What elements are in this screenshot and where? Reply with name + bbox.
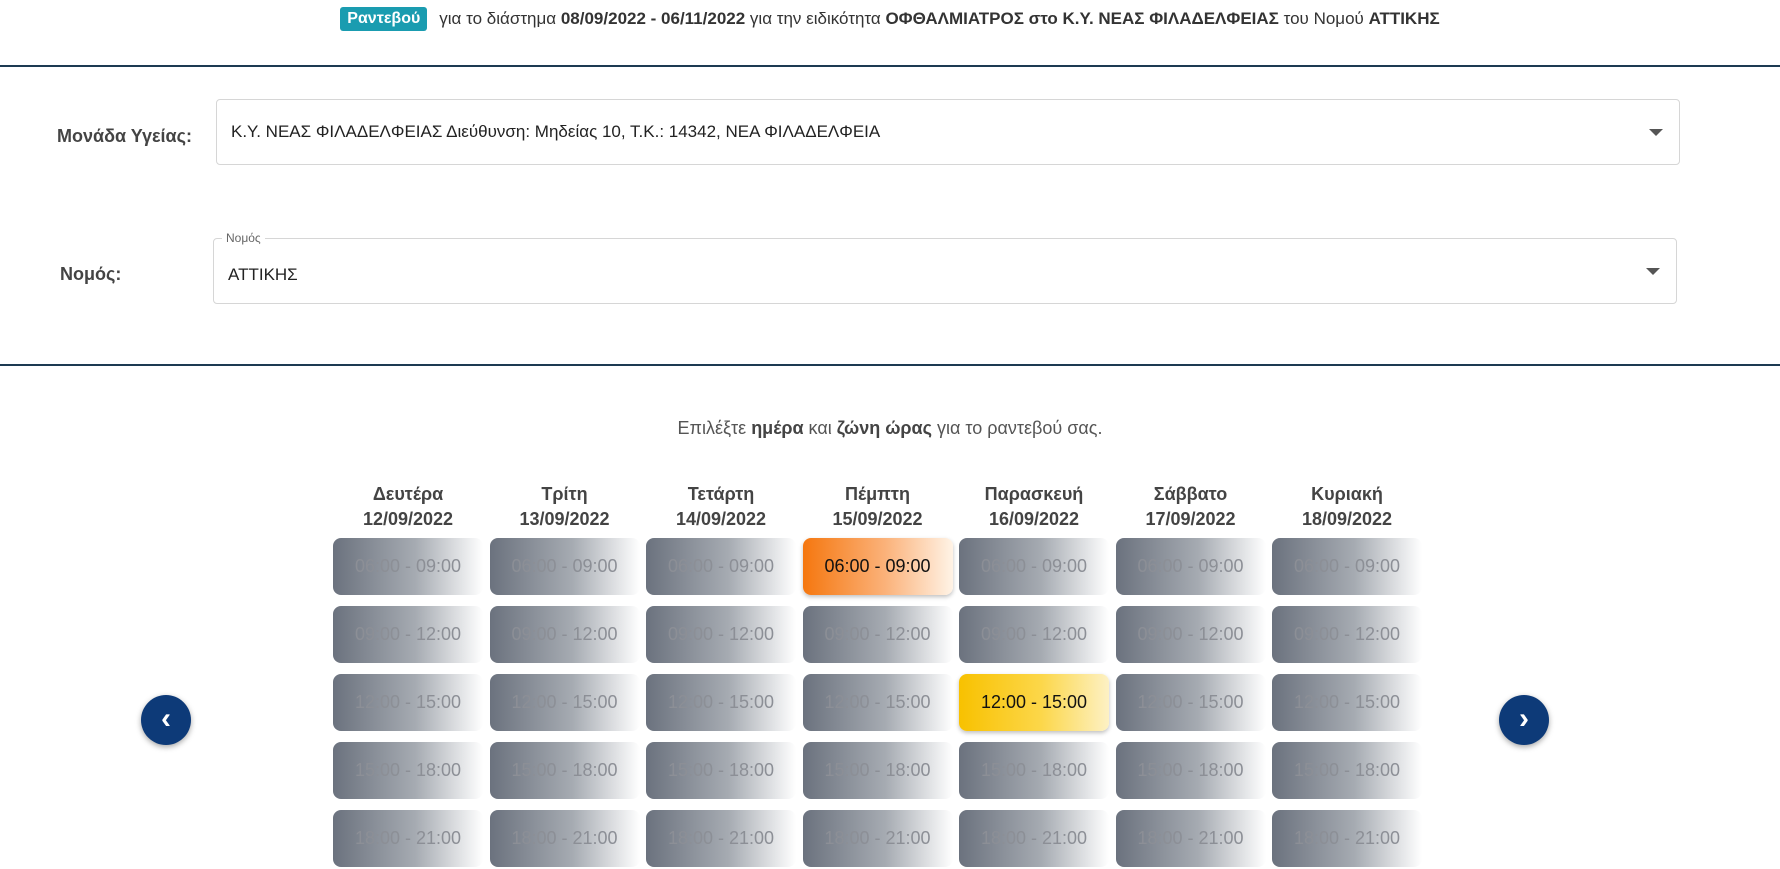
day-header: Δευτέρα 12/09/2022 xyxy=(333,482,483,532)
day-name: Τετάρτη xyxy=(687,484,755,504)
prefecture-label: Νομός: xyxy=(60,264,122,284)
day-date: 12/09/2022 xyxy=(362,509,454,529)
day-header: Σάββατο 17/09/2022 xyxy=(1116,482,1266,532)
timeslot-button[interactable]: 18:00 - 21:00 xyxy=(1272,810,1422,867)
day-header: Τρίτη 13/09/2022 xyxy=(490,482,640,532)
day-column: Τετάρτη 14/09/2022 06:00 - 09:00 09:00 - 12… xyxy=(646,482,796,867)
timeslot-button[interactable]: 12:00 - 15:00 xyxy=(489,674,640,731)
summary-text-2: για την ειδικότητα xyxy=(745,9,886,28)
day-name: Δευτέρα xyxy=(372,484,444,504)
instructions-text: Επιλέξτε ημέρα και ζώνη ώρας για το ραντ… xyxy=(0,418,1780,439)
timeslot-button[interactable]: 15:00 - 18:00 xyxy=(333,742,483,799)
instructions-part: και xyxy=(803,418,837,438)
day-date: 16/09/2022 xyxy=(988,509,1080,529)
timeslot-button[interactable]: 09:00 - 12:00 xyxy=(333,606,483,663)
health-unit-select[interactable]: Κ.Υ. ΝΕΑΣ ΦΙΛΑΔΕΛΦΕΙΑΣ Διεύθυνση: Μηδεία… xyxy=(216,99,1680,165)
day-name: Παρασκευή xyxy=(984,484,1084,504)
timeslot-button[interactable]: 15:00 - 18:00 xyxy=(646,742,796,799)
appointment-badge: Ραντεβού xyxy=(340,7,428,31)
timeslot-button[interactable]: 06:00 - 09:00 xyxy=(1115,538,1266,595)
timeslot-button[interactable]: 09:00 - 12:00 xyxy=(959,606,1109,663)
timeslot-button[interactable]: 18:00 - 21:00 xyxy=(802,810,953,867)
timeslot-button[interactable]: 15:00 - 18:00 xyxy=(1115,742,1266,799)
next-week-button[interactable]: › xyxy=(1499,695,1549,745)
day-name: Σάββατο xyxy=(1153,484,1228,504)
timeslot-button[interactable]: 15:00 - 18:00 xyxy=(1272,742,1422,799)
prefecture-value: ΑΤΤΙΚΗΣ xyxy=(228,265,298,284)
prefecture-floating-label: Νομός xyxy=(222,231,265,245)
timeslot-button[interactable]: 15:00 - 18:00 xyxy=(959,742,1109,799)
day-header: Κυριακή 18/09/2022 xyxy=(1272,482,1422,532)
day-header: Τετάρτη 14/09/2022 xyxy=(646,482,796,532)
instructions-part: Επιλέξτε xyxy=(677,418,752,438)
timeslot-button[interactable]: 06:00 - 09:00 xyxy=(333,538,483,595)
instructions-part: για το ραντεβού σας. xyxy=(931,418,1103,438)
timeslot-button[interactable]: 06:00 - 09:00 xyxy=(802,538,953,595)
timeslot-button[interactable]: 12:00 - 15:00 xyxy=(1272,674,1422,731)
timeslot-button[interactable]: 18:00 - 21:00 xyxy=(1115,810,1266,867)
appointment-summary: Ραντεβού για το διάστημα 08/09/2022 - 06/… xyxy=(0,0,1780,40)
summary-text-3: του Νομού xyxy=(1278,9,1369,28)
timeslot-button[interactable]: 06:00 - 09:00 xyxy=(1272,538,1422,595)
timeslot-button[interactable]: 09:00 - 12:00 xyxy=(802,606,953,663)
chevron-down-icon xyxy=(1649,129,1663,136)
timeslot-button[interactable]: 12:00 - 15:00 xyxy=(1115,674,1266,731)
day-name: Κυριακή xyxy=(1311,484,1383,504)
top-divider xyxy=(0,65,1780,67)
day-column: Σάββατο 17/09/2022 06:00 - 09:00 09:00 - 12… xyxy=(1115,482,1266,867)
day-date: 15/09/2022 xyxy=(832,509,923,529)
day-column: Παρασκευή 16/09/2022 06:00 - 09:00 09:00 - … xyxy=(959,482,1109,867)
instructions-day: ημέρα xyxy=(751,418,804,438)
timeslot-button[interactable]: 09:00 - 12:00 xyxy=(1272,606,1422,663)
day-column: Δευτέρα 12/09/2022 06:00 - 09:00 09:00 - 12… xyxy=(333,482,483,867)
timeslot-button[interactable]: 12:00 - 15:00 xyxy=(333,674,483,731)
timeslot-button[interactable]: 06:00 - 09:00 xyxy=(646,538,796,595)
summary-prefecture: ΑΤΤΙΚΗΣ xyxy=(1368,9,1440,28)
day-header: Πέμπτη 15/09/2022 xyxy=(803,482,953,532)
timeslot-button[interactable]: 15:00 - 18:00 xyxy=(489,742,640,799)
section-divider xyxy=(0,364,1780,366)
day-date: 13/09/2022 xyxy=(519,509,610,529)
day-name: Πέμπτη xyxy=(845,484,910,504)
timeslot-button[interactable]: 18:00 - 21:00 xyxy=(646,810,796,867)
prefecture-select[interactable]: Νομός ΑΤΤΙΚΗΣ xyxy=(213,231,1677,304)
day-column: Τρίτη 13/09/2022 06:00 - 09:00 09:00 - 12:0… xyxy=(489,482,640,867)
summary-period: 08/09/2022 - 06/11/2022 xyxy=(560,9,746,28)
timeslot-button[interactable]: 12:00 - 15:00 xyxy=(802,674,953,731)
timeslot-button[interactable]: 06:00 - 09:00 xyxy=(959,538,1109,595)
chevron-down-icon xyxy=(1646,268,1660,275)
timeslot-button[interactable]: 09:00 - 12:00 xyxy=(489,606,640,663)
health-unit-value: Κ.Υ. ΝΕΑΣ ΦΙΛΑΔΕΛΦΕΙΑΣ Διεύθυνση: Μηδεία… xyxy=(231,122,881,141)
timeslot-button[interactable]: 12:00 - 15:00 xyxy=(959,674,1109,731)
timeslot-button[interactable]: 18:00 - 21:00 xyxy=(959,810,1109,867)
health-unit-label: Μονάδα Υγείας: xyxy=(57,126,192,146)
timeslot-button[interactable]: 09:00 - 12:00 xyxy=(1115,606,1266,663)
day-date: 14/09/2022 xyxy=(675,509,767,529)
timeslot-button[interactable]: 18:00 - 21:00 xyxy=(489,810,640,867)
day-column: Πέμπτη 15/09/2022 06:00 - 09:00 09:00 - 12:… xyxy=(802,482,953,867)
day-header: Παρασκευή 16/09/2022 xyxy=(959,482,1109,532)
day-date: 18/09/2022 xyxy=(1301,509,1393,529)
summary-specialty: ΟΦΘΑΛΜΙΑΤΡΟΣ στο Κ.Υ. ΝΕΑΣ ΦΙΛΑΔΕΛΦΕΙΑΣ xyxy=(885,9,1279,28)
instructions-zone: ζώνη ώρας xyxy=(836,418,932,438)
day-date: 17/09/2022 xyxy=(1145,509,1236,529)
chevron-right-icon: › xyxy=(1519,702,1529,735)
day-column: Κυριακή 18/09/2022 06:00 - 09:00 09:00 - 12… xyxy=(1272,482,1422,867)
prev-week-button[interactable]: ‹ xyxy=(141,695,191,745)
timeslot-button[interactable]: 15:00 - 18:00 xyxy=(802,742,953,799)
timeslot-button[interactable]: 18:00 - 21:00 xyxy=(333,810,483,867)
timeslot-button[interactable]: 06:00 - 09:00 xyxy=(489,538,640,595)
timeslot-button[interactable]: 12:00 - 15:00 xyxy=(646,674,796,731)
summary-text-1: για το διάστημα xyxy=(439,9,561,28)
day-name: Τρίτη xyxy=(541,484,588,504)
chevron-left-icon: ‹ xyxy=(161,702,171,735)
timeslot-button[interactable]: 09:00 - 12:00 xyxy=(646,606,796,663)
